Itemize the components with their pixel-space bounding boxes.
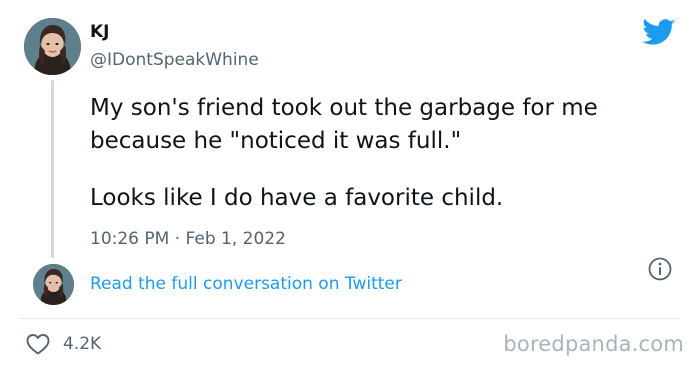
tweet-body: My son's friend took out the garbage for… bbox=[90, 92, 670, 215]
like-count: 4.2K bbox=[63, 334, 102, 354]
tweet-text-line: Looks like I do have a favorite child. bbox=[90, 185, 504, 211]
tweet-timestamp[interactable]: 10:26 PM · Feb 1, 2022 bbox=[90, 229, 286, 249]
like-button[interactable]: 4.2K bbox=[25, 331, 101, 357]
info-icon[interactable] bbox=[647, 256, 673, 282]
thread-connector-line bbox=[51, 80, 54, 258]
divider bbox=[20, 318, 680, 319]
author-avatar-small[interactable] bbox=[33, 264, 74, 305]
twitter-bird-icon[interactable] bbox=[642, 19, 676, 47]
tweet-card: KJ @IDontSpeakWhine My son's friend took… bbox=[0, 0, 700, 369]
source-watermark: boredpanda.com bbox=[503, 332, 684, 356]
heart-icon[interactable] bbox=[25, 332, 51, 356]
tweet-text-line: because he "noticed it was full." bbox=[90, 128, 462, 154]
author-handle[interactable]: @IDontSpeakWhine bbox=[90, 50, 259, 70]
read-full-conversation-link[interactable]: Read the full conversation on Twitter bbox=[90, 274, 402, 294]
tweet-text-line: My son's friend took out the garbage for… bbox=[90, 95, 598, 121]
author-avatar[interactable] bbox=[24, 18, 81, 75]
author-display-name[interactable]: KJ bbox=[90, 22, 110, 42]
